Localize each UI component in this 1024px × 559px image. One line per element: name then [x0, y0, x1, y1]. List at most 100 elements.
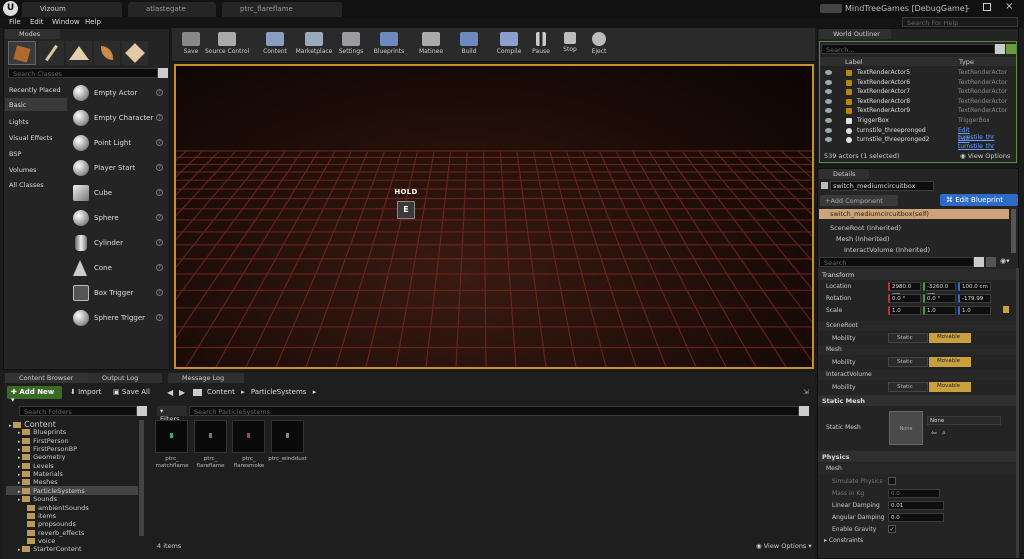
place-item-empty-character[interactable]: Empty Character?	[69, 108, 169, 130]
column-type-header[interactable]: Type	[959, 58, 974, 66]
scale-label[interactable]: Scale	[826, 307, 842, 314]
tab-strip-icons[interactable]	[820, 4, 842, 13]
toolbar-matinee-button[interactable]: Matinee	[414, 32, 448, 58]
place-item-sphere-trigger[interactable]: Sphere Trigger?	[69, 308, 169, 330]
section-sceneroot-header[interactable]: SceneRoot	[818, 321, 1016, 331]
folder-propsounds[interactable]: propsounds	[27, 520, 76, 528]
folder-blueprints[interactable]: ▸ Blueprints	[18, 428, 66, 436]
place-item-cone[interactable]: Cone?	[69, 258, 169, 280]
help-icon[interactable]: ?	[156, 164, 163, 171]
static-mesh-thumbnail[interactable]: None	[889, 411, 923, 445]
outliner-options-icon[interactable]	[1006, 44, 1016, 54]
folder-startercontent[interactable]: ▸ StarterContent	[18, 545, 82, 553]
asset-thumbnail[interactable]	[270, 420, 304, 453]
mode-place-icon[interactable]	[8, 41, 36, 65]
tab-output-log[interactable]: Output Log	[88, 373, 162, 383]
details-search-input[interactable]: Search	[819, 257, 974, 267]
tab-particle-editor[interactable]: ptrc_flareflame	[222, 2, 342, 17]
folder-particlesystems[interactable]: ▸ ParticleSystems	[18, 487, 85, 495]
unreal-logo-icon[interactable]: U	[3, 1, 18, 16]
tab-level[interactable]: Vizoum	[22, 2, 122, 17]
place-item-point-light[interactable]: Point Light?	[69, 133, 169, 155]
add-component-button[interactable]: +Add Component	[820, 195, 898, 206]
scale-x-field[interactable]: 1.0	[888, 306, 921, 315]
toolbar-save-button[interactable]: Save	[174, 32, 208, 58]
actor-name-field[interactable]: switch_mediumcircuitbox	[830, 181, 934, 191]
breadcrumb-content[interactable]: Content	[207, 388, 235, 396]
folder-tree-scrollbar[interactable]	[139, 420, 144, 536]
category-visual-effects[interactable]: Visual Effects	[9, 134, 53, 142]
mode-paint-icon[interactable]	[38, 41, 64, 65]
location-y-field[interactable]: -3260.0 cm	[923, 282, 956, 298]
transform-header[interactable]: Transform	[818, 269, 1016, 280]
tab-message-log[interactable]: Message Log	[168, 373, 244, 383]
outliner-row[interactable]: TextRenderActor7 TextRenderActor	[821, 87, 1007, 97]
outliner-row[interactable]: TriggerBox TriggerBox	[821, 116, 1006, 126]
constraints-row[interactable]: ▸ Constraints	[824, 537, 863, 544]
category-volumes[interactable]: Volumes	[9, 166, 37, 174]
toolbar-content-button[interactable]: Content	[258, 32, 292, 58]
folder-voice[interactable]: voice	[27, 537, 55, 545]
category-bsp[interactable]: BSP	[9, 150, 21, 158]
scale-z-field[interactable]: 1.0	[958, 306, 991, 315]
menu-window[interactable]: Window	[52, 18, 80, 26]
static-mesh-header[interactable]: Static Mesh	[818, 395, 1016, 406]
menu-help[interactable]: Help	[85, 18, 101, 26]
folder-search-input[interactable]: Search Folders	[19, 406, 137, 416]
place-item-player-start[interactable]: Player Start?	[69, 158, 169, 180]
scale-lock-icon[interactable]	[1003, 306, 1009, 313]
content-view-options[interactable]: ◉ View Options ▾	[756, 542, 812, 550]
menu-file[interactable]: File	[9, 18, 21, 26]
minimize-button[interactable]: –	[966, 4, 978, 13]
physics-mesh-subheader[interactable]: Mesh	[818, 464, 1016, 474]
asset-search-input[interactable]: Search ParticleSystems	[189, 406, 799, 416]
physics-header[interactable]: Physics	[818, 451, 1016, 462]
place-item-cube[interactable]: Cube?	[69, 183, 169, 205]
checkbox[interactable]: ✓	[888, 525, 896, 533]
visibility-eye-icon[interactable]	[825, 89, 832, 95]
edit-blueprint-button[interactable]: ⌘ Edit Blueprint	[940, 194, 1018, 206]
mode-landscape-icon[interactable]	[66, 41, 92, 65]
mobility-movable-button[interactable]: Movable	[929, 382, 971, 392]
outliner-row[interactable]: TextRenderActor8 TextRenderActor	[821, 97, 1007, 107]
location-label[interactable]: Location	[826, 283, 851, 290]
help-icon[interactable]: ?	[156, 239, 163, 246]
tab-content-browser[interactable]: Content Browser	[5, 373, 91, 383]
folder-geometry[interactable]: ▸ Geometry	[18, 453, 66, 461]
visibility-eye-icon[interactable]	[825, 79, 832, 85]
outliner-view-options[interactable]: ◉ View Options	[960, 152, 1010, 160]
level-viewport[interactable]: HOLD E	[174, 64, 814, 369]
category-lights[interactable]: Lights	[9, 118, 29, 126]
visibility-eye-icon[interactable]	[825, 108, 832, 114]
physics-row-field[interactable]: 0.01	[888, 501, 944, 510]
outliner-search-input[interactable]: Search...	[821, 44, 995, 54]
visibility-eye-icon[interactable]	[825, 70, 832, 75]
toolbar-build-button[interactable]: Build	[452, 32, 486, 58]
column-label-header[interactable]: Label	[845, 58, 863, 66]
help-icon[interactable]: ?	[156, 289, 163, 296]
category-recently-placed[interactable]: Recently Placed	[9, 86, 61, 94]
visibility-eye-icon[interactable]	[825, 137, 832, 143]
components-scrollbar[interactable]	[1011, 209, 1016, 253]
details-eye-icon[interactable]: ◉▾	[1000, 257, 1014, 267]
tab-world-outliner[interactable]: World Outliner	[819, 29, 891, 39]
visibility-eye-icon[interactable]	[825, 118, 832, 123]
asset-thumbnail[interactable]	[232, 420, 265, 453]
help-icon[interactable]: ?	[156, 264, 163, 271]
tab-modes[interactable]: Modes	[5, 29, 60, 39]
save-all-button[interactable]: ▣ Save All	[113, 388, 150, 396]
section-interactvolume-header[interactable]: InteractVolume	[818, 370, 1016, 380]
folder-sounds[interactable]: ▸ Sounds	[18, 495, 57, 503]
folder-materials[interactable]: ▸ Materials	[18, 470, 63, 478]
help-icon[interactable]: ?	[156, 214, 163, 221]
breadcrumb-particlesystems[interactable]: ParticleSystems	[251, 388, 307, 396]
menu-edit[interactable]: Edit	[30, 18, 44, 26]
rotation-label[interactable]: Rotation	[826, 295, 851, 302]
help-icon[interactable]: ?	[156, 314, 163, 321]
folder-reverb_effects[interactable]: reverb_effects	[27, 529, 84, 537]
location-z-field[interactable]: 100.0 cm	[958, 282, 991, 291]
help-search-input[interactable]: Search For Help	[902, 17, 1018, 27]
rotation-z-field[interactable]: -179.99	[958, 294, 991, 303]
place-item-sphere[interactable]: Sphere?	[69, 208, 169, 230]
outliner-row-type[interactable]: Edit turnstile_thr	[958, 136, 1006, 150]
